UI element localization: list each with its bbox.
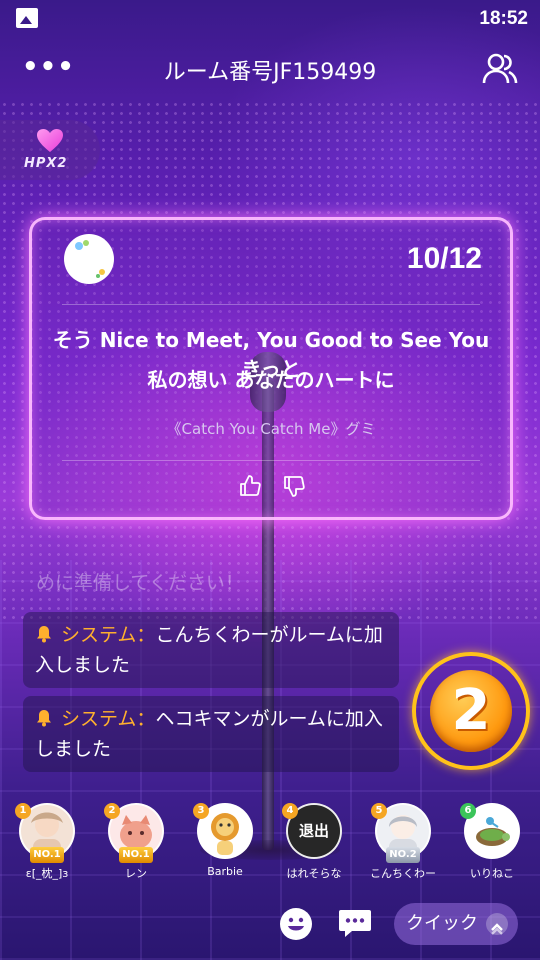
seat-1[interactable]: 1 NO.1 ε[_枕_]з (12, 803, 82, 883)
chat-faded-message: めに準備してください！ (36, 572, 244, 594)
song-info: 《Catch You Catch Me》グミ (166, 420, 376, 438)
seat-number: 1 (15, 803, 31, 819)
status-bar: 18:52 (0, 0, 540, 38)
thumbs-up-icon[interactable] (238, 474, 262, 498)
gallery-icon (16, 8, 38, 28)
seat-number: 3 (193, 803, 209, 819)
hpx-label: HPX2 (24, 156, 68, 171)
card-divider-top (62, 304, 480, 305)
bell-icon (37, 710, 51, 727)
quick-button[interactable]: クイック (394, 903, 518, 945)
seat-number: 5 (371, 803, 387, 819)
seat-number: 6 (460, 803, 476, 819)
rank-badge: NO.2 (386, 847, 420, 863)
seat-4[interactable]: 4 退出 はれそらな (279, 803, 349, 883)
bell-icon (37, 626, 51, 643)
score-button[interactable]: 2 (412, 652, 530, 770)
system-label: システム： (61, 708, 156, 730)
seat-name: いりねこ (470, 867, 514, 880)
seat-name: Barbie (207, 865, 243, 878)
rank-badge: NO.1 (30, 847, 64, 863)
emoji-icon[interactable] (280, 908, 312, 940)
score-glyph: 2 (451, 678, 491, 743)
score-inner: 2 (430, 670, 512, 752)
seat-number: 2 (104, 803, 120, 819)
system-label: システム： (61, 624, 156, 646)
song-counter: 10/12 (406, 242, 482, 275)
seat-name: ε[_枕_]з (25, 867, 69, 880)
room-title: ルーム番号JF159499 (163, 60, 377, 85)
chat-bubble-icon[interactable] (338, 908, 372, 938)
more-button[interactable]: ••• (22, 54, 74, 82)
status-time: 18:52 (479, 8, 528, 29)
seat-5[interactable]: 5 NO.2 こんちくわー (368, 803, 438, 883)
quick-label: クイック (406, 913, 478, 934)
lyric-line-2: 私の想い あなたのハートに (147, 368, 395, 392)
thumbs-down-icon[interactable] (282, 474, 306, 498)
seat-name: こんちくわー (370, 867, 436, 880)
rank-badge: NO.1 (119, 847, 153, 863)
seat-3[interactable]: 3 Barbie (190, 803, 260, 883)
seat-2[interactable]: 2 NO.1 レン (101, 803, 171, 883)
seat-6[interactable]: 6 いりねこ (457, 803, 527, 883)
room-header: ••• ルーム番号JF159499 (0, 44, 540, 96)
seat-name: はれそらな (286, 867, 342, 880)
heart-icon (36, 128, 64, 154)
hpx-badge[interactable]: HPX2 (0, 120, 100, 180)
chat-message: システム：こんちくわーがルームに加入しました (23, 612, 399, 688)
singer-avatar[interactable] (64, 234, 114, 284)
chat-message: システム：ヘコキマンがルームに加入しました (23, 696, 399, 772)
users-icon[interactable] (482, 52, 518, 86)
card-divider-bottom (62, 460, 480, 461)
seat-number: 4 (282, 803, 298, 819)
seat-name: レン (125, 867, 147, 880)
lyric-card: 10/12 そう Nice to Meet, You Good to See Y… (29, 217, 513, 520)
chevron-up-icon (486, 913, 508, 935)
